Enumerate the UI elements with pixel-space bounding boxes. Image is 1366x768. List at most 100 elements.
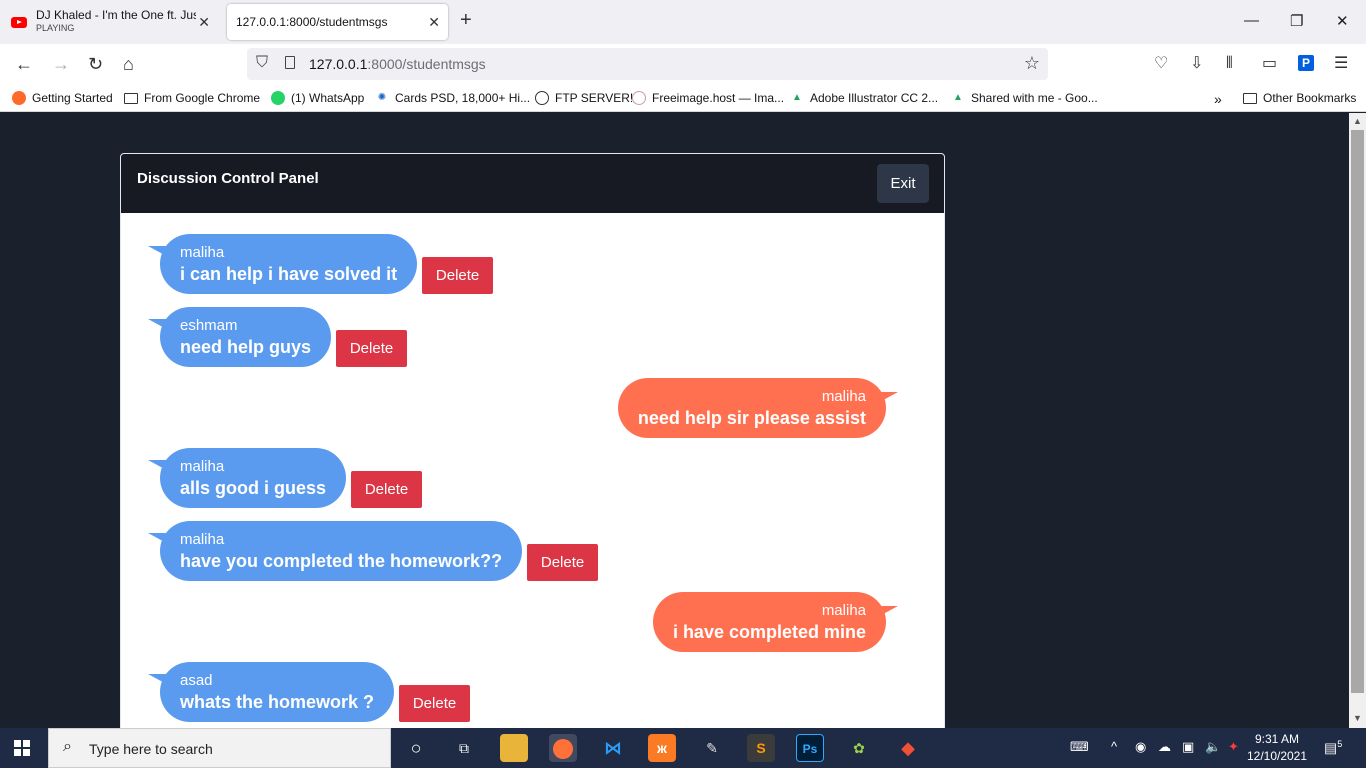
message-item: maliha alls good i guess Delete (147, 447, 423, 508)
message-text: alls good i guess (180, 477, 327, 498)
exit-button[interactable]: Exit (877, 164, 929, 203)
sublime-icon[interactable]: S (747, 734, 775, 762)
message-bubble: maliha i can help i have solved it (147, 233, 418, 294)
freeimage-icon (632, 91, 646, 105)
tab-youtube[interactable]: DJ Khaled - I'm the One ft. Justi PLAYIN… (8, 4, 218, 40)
message-bubble: eshmam need help guys (147, 306, 332, 367)
firefox-taskbar-icon[interactable] (549, 734, 577, 762)
message-text: i can help i have solved it (180, 263, 398, 284)
message-text: need help guys (180, 336, 312, 357)
close-tab-icon[interactable]: ✕ (428, 14, 440, 31)
clock[interactable]: 9:31 AM 12/10/2021 (1246, 731, 1308, 765)
bash-icon[interactable]: ✿ (845, 734, 873, 762)
page-scrollbar[interactable]: ▲ ▼ (1349, 113, 1366, 728)
windows-start-icon[interactable] (14, 740, 31, 757)
close-tab-icon[interactable]: ✕ (198, 14, 210, 31)
display-icon[interactable]: ▣ (1182, 739, 1194, 755)
keyboard-icon[interactable]: ⌨ (1070, 739, 1089, 755)
tab-studentmsgs[interactable]: 127.0.0.1:8000/studentmsgs ✕ (227, 4, 448, 40)
bookmark-whatsapp[interactable]: (1) WhatsApp (271, 91, 364, 105)
folder-icon (124, 92, 138, 104)
message-bubble: maliha need help sir please assist (617, 378, 899, 438)
download-icon[interactable]: ⇩ (1190, 55, 1203, 73)
bookmark-from-google-chrome[interactable]: From Google Chrome (124, 91, 260, 105)
message-bubble: maliha i have completed mine (652, 592, 899, 652)
dropbox-icon[interactable]: ✦ (1228, 739, 1239, 755)
tab-playing-label: PLAYING (36, 23, 75, 33)
extension-icon[interactable]: P (1298, 55, 1314, 71)
folder-icon (1243, 92, 1257, 104)
show-hidden-icons[interactable]: ^ (1111, 739, 1117, 754)
cards-icon: ✺ (377, 92, 387, 103)
vscode-icon[interactable]: ⋈ (599, 734, 627, 762)
youtube-icon (11, 16, 27, 28)
volume-icon[interactable]: 🔈 (1205, 739, 1221, 755)
bookmark-getting-started[interactable]: Getting Started (12, 91, 113, 105)
taskbar-search[interactable]: ⌕ Type here to search (48, 728, 391, 768)
bookmark-freeimage[interactable]: Freeimage.host — Ima... (632, 91, 784, 105)
whatsapp-icon (271, 91, 285, 105)
bookmark-shared-with-me[interactable]: ▲ Shared with me - Goo... (951, 91, 1098, 105)
nav-bar: ← → ↻ ⌂ ⛉ 127.0.0.1:8000/studentmsgs ☆ ♡… (0, 44, 1366, 86)
bookmark-adobe-illustrator[interactable]: ▲ Adobe Illustrator CC 2... (790, 91, 938, 105)
google-drive-icon: ▲ (792, 92, 802, 103)
forward-icon[interactable]: → (52, 54, 70, 74)
close-window-icon[interactable]: ✕ (1336, 12, 1349, 30)
bookmark-star-icon[interactable]: ☆ (1024, 53, 1040, 74)
delete-button[interactable]: Delete (351, 471, 423, 508)
delete-button[interactable]: Delete (422, 257, 494, 294)
message-user: maliha (180, 457, 225, 475)
delete-button[interactable]: Delete (527, 544, 599, 581)
search-icon: ⌕ (63, 738, 72, 755)
file-explorer-icon[interactable] (500, 734, 528, 762)
xampp-icon[interactable]: ж (648, 734, 676, 762)
pocket-icon[interactable]: ♡ (1154, 55, 1168, 73)
network-icon[interactable]: ☁ (1158, 739, 1171, 755)
notification-icon[interactable]: ▤5 (1324, 739, 1342, 757)
url-text[interactable]: 127.0.0.1:8000/studentmsgs (309, 56, 486, 72)
bookmark-other-bookmarks[interactable]: Other Bookmarks (1243, 91, 1356, 105)
firefox-icon (12, 91, 26, 105)
new-tab-icon[interactable]: + (460, 10, 472, 30)
git-icon[interactable]: ◆ (894, 734, 922, 762)
photoshop-icon[interactable]: Ps (796, 734, 824, 762)
message-user: maliha (821, 388, 866, 405)
bookmark-cards-psd[interactable]: ✺ Cards PSD, 18,000+ Hi... (375, 91, 530, 105)
menu-icon[interactable]: ☰ (1334, 55, 1348, 73)
page-icon (285, 56, 295, 69)
delete-button[interactable]: Delete (399, 685, 471, 722)
delete-button[interactable]: Delete (336, 330, 408, 367)
message-item: maliha need help sir please assist (617, 378, 899, 438)
message-user: maliha (180, 243, 225, 261)
scroll-up-icon[interactable]: ▲ (1353, 116, 1362, 126)
discussion-panel: Discussion Control Panel Exit maliha i c… (120, 153, 945, 728)
message-user: maliha (180, 530, 225, 548)
home-icon[interactable]: ⌂ (123, 54, 134, 74)
cortana-icon[interactable]: ○ (402, 734, 430, 762)
message-item: maliha i can help i have solved it Delet… (147, 233, 494, 294)
task-view-icon[interactable]: ⧉ (450, 734, 478, 762)
message-item: maliha i have completed mine (652, 592, 899, 652)
panel-header: Discussion Control Panel Exit (121, 154, 944, 213)
scroll-down-icon[interactable]: ▼ (1353, 713, 1362, 723)
paint-icon[interactable]: ✎ (698, 734, 726, 762)
sidebar-icon[interactable]: ▭ (1262, 55, 1277, 73)
message-bubble: maliha alls good i guess (147, 447, 347, 508)
message-item: asad whats the homework ? Delete (147, 661, 471, 722)
camera-icon[interactable]: ◉ (1135, 739, 1146, 755)
notification-count: 5 (1337, 739, 1343, 749)
reload-icon[interactable]: ↻ (88, 54, 103, 74)
address-bar[interactable]: ⛉ 127.0.0.1:8000/studentmsgs ☆ (247, 48, 1048, 80)
shield-icon[interactable]: ⛉ (256, 54, 268, 72)
clock-time: 9:31 AM (1254, 732, 1300, 746)
tab-bar: DJ Khaled - I'm the One ft. Justi PLAYIN… (0, 0, 1366, 44)
more-bookmarks-icon[interactable]: » (1214, 91, 1222, 107)
message-bubble: maliha have you completed the homework?? (147, 520, 523, 581)
panel-title: Discussion Control Panel (137, 170, 319, 187)
minimize-icon[interactable]: — (1244, 12, 1259, 29)
library-icon[interactable]: ⫴ (1226, 55, 1233, 73)
restore-icon[interactable]: ❐ (1290, 12, 1303, 30)
scroll-thumb[interactable] (1351, 130, 1364, 693)
bookmark-ftp-server[interactable]: FTP SERVER! (535, 91, 633, 105)
back-icon[interactable]: ← (15, 54, 33, 74)
